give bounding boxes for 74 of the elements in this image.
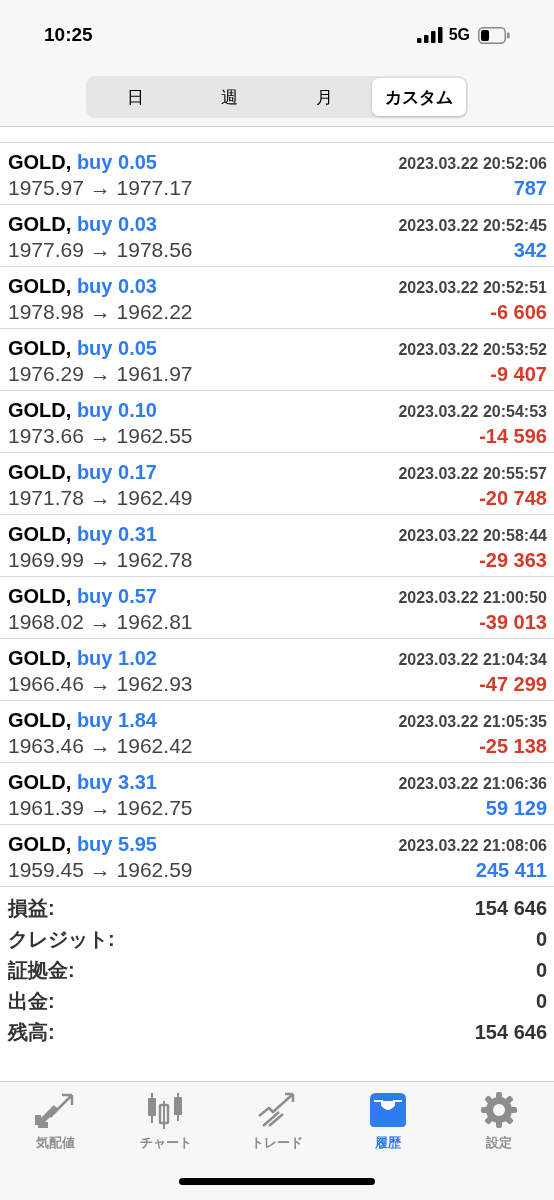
trade-title: GOLD, buy 3.31 [8, 771, 157, 794]
trade-title: GOLD, buy 5.95 [8, 833, 157, 856]
summary-value: 154 646 [474, 1021, 547, 1044]
segment-tab[interactable]: 週 [182, 78, 277, 116]
trade-time: 2023.03.22 21:08:06 [398, 837, 547, 855]
trade-prices: 1975.97 → 1977.17 [8, 176, 193, 200]
trade-prices: 1968.02 → 1962.81 [8, 610, 193, 634]
tab-bar-item[interactable]: 履歴 [332, 1090, 444, 1152]
trade-prices: 1976.29 → 1961.97 [8, 362, 193, 386]
trade-prices: 1971.78 → 1962.49 [8, 486, 193, 510]
trend-arrow-icon [257, 1092, 297, 1128]
trade-profit: -47 299 [479, 673, 547, 696]
trade-title: GOLD, buy 0.57 [8, 585, 157, 608]
trade-title: GOLD, buy 0.17 [8, 461, 157, 484]
trade-profit: 245 411 [475, 859, 547, 882]
trade-title: GOLD, buy 0.05 [8, 151, 157, 174]
trade-prices: 1973.66 → 1962.55 [8, 424, 193, 448]
trade-prices: 1961.39 → 1962.75 [8, 796, 193, 820]
trade-time: 2023.03.22 21:05:35 [398, 713, 547, 731]
trade-time: 2023.03.22 20:52:51 [398, 279, 547, 297]
trade-profit: -25 138 [479, 735, 547, 758]
trade-title: GOLD, buy 1.84 [8, 709, 157, 732]
trade-time: 2023.03.22 20:53:52 [398, 341, 547, 359]
trade-title: GOLD, buy 0.03 [8, 275, 157, 298]
tab-bar-item[interactable]: トレード [221, 1090, 333, 1152]
settings-icon [479, 1091, 518, 1129]
segment-tab[interactable]: 月 [277, 78, 372, 116]
segment-tab[interactable]: 日 [88, 78, 183, 116]
trade-time: 2023.03.22 20:52:45 [398, 217, 547, 235]
summary-value: 0 [535, 959, 547, 982]
summary-label: 損益: [8, 896, 55, 921]
trade-prices: 1977.69 → 1978.56 [8, 238, 193, 262]
signal-icon [416, 27, 443, 43]
summary-value: 0 [535, 990, 547, 1013]
summary-value: 154 646 [474, 897, 547, 920]
trade-title: GOLD, buy 0.31 [8, 523, 157, 546]
trade-profit: -39 013 [479, 611, 547, 634]
trade-prices: 1963.46 → 1962.42 [8, 734, 193, 758]
tab-bar-item[interactable]: 設定 [443, 1090, 554, 1152]
trade-prices: 1966.46 → 1962.93 [8, 672, 193, 696]
trade-time: 2023.03.22 21:00:50 [398, 589, 547, 607]
trade-title: GOLD, buy 0.03 [8, 213, 157, 236]
trade-prices: 1959.45 → 1962.59 [8, 858, 193, 882]
summary-label: 残高: [8, 1020, 55, 1045]
status-time: 10:25 [44, 24, 93, 46]
segment-tab[interactable]: カスタム [371, 78, 466, 116]
trade-time: 2023.03.22 20:55:57 [398, 465, 547, 483]
trade-time: 2023.03.22 20:52:06 [398, 155, 547, 173]
trade-profit: -9 407 [490, 363, 547, 386]
trade-profit: -20 748 [479, 487, 547, 510]
trade-prices: 1978.98 → 1962.22 [8, 300, 193, 324]
summary-label: クレジット: [8, 927, 115, 952]
summary-label: 出金: [8, 989, 55, 1014]
trade-profit: 787 [513, 177, 547, 200]
battery-icon [478, 26, 510, 44]
network-label: 5G [448, 26, 470, 44]
trade-title: GOLD, buy 0.10 [8, 399, 157, 422]
trade-prices: 1969.99 → 1962.78 [8, 548, 193, 572]
tab-bar-item[interactable]: チャート [110, 1090, 222, 1152]
trade-time: 2023.03.22 21:04:34 [398, 651, 547, 669]
trade-time: 2023.03.22 20:58:44 [398, 527, 547, 545]
trade-profit: 342 [513, 239, 547, 262]
trade-title: GOLD, buy 0.05 [8, 337, 157, 360]
tab-bar-item[interactable]: 気配値 [0, 1090, 111, 1152]
trade-time: 2023.03.22 21:06:36 [398, 775, 547, 793]
trade-time: 2023.03.22 20:54:53 [398, 403, 547, 421]
trade-profit: -29 363 [479, 549, 547, 572]
trade-title: GOLD, buy 1.02 [8, 647, 157, 670]
trade-profit: 59 129 [485, 797, 547, 820]
tray-icon [367, 1093, 408, 1127]
summary-label: 証拠金: [8, 958, 75, 983]
trade-profit: -6 606 [490, 301, 547, 324]
summary-value: 0 [535, 928, 547, 951]
trade-profit: -14 596 [479, 425, 547, 448]
